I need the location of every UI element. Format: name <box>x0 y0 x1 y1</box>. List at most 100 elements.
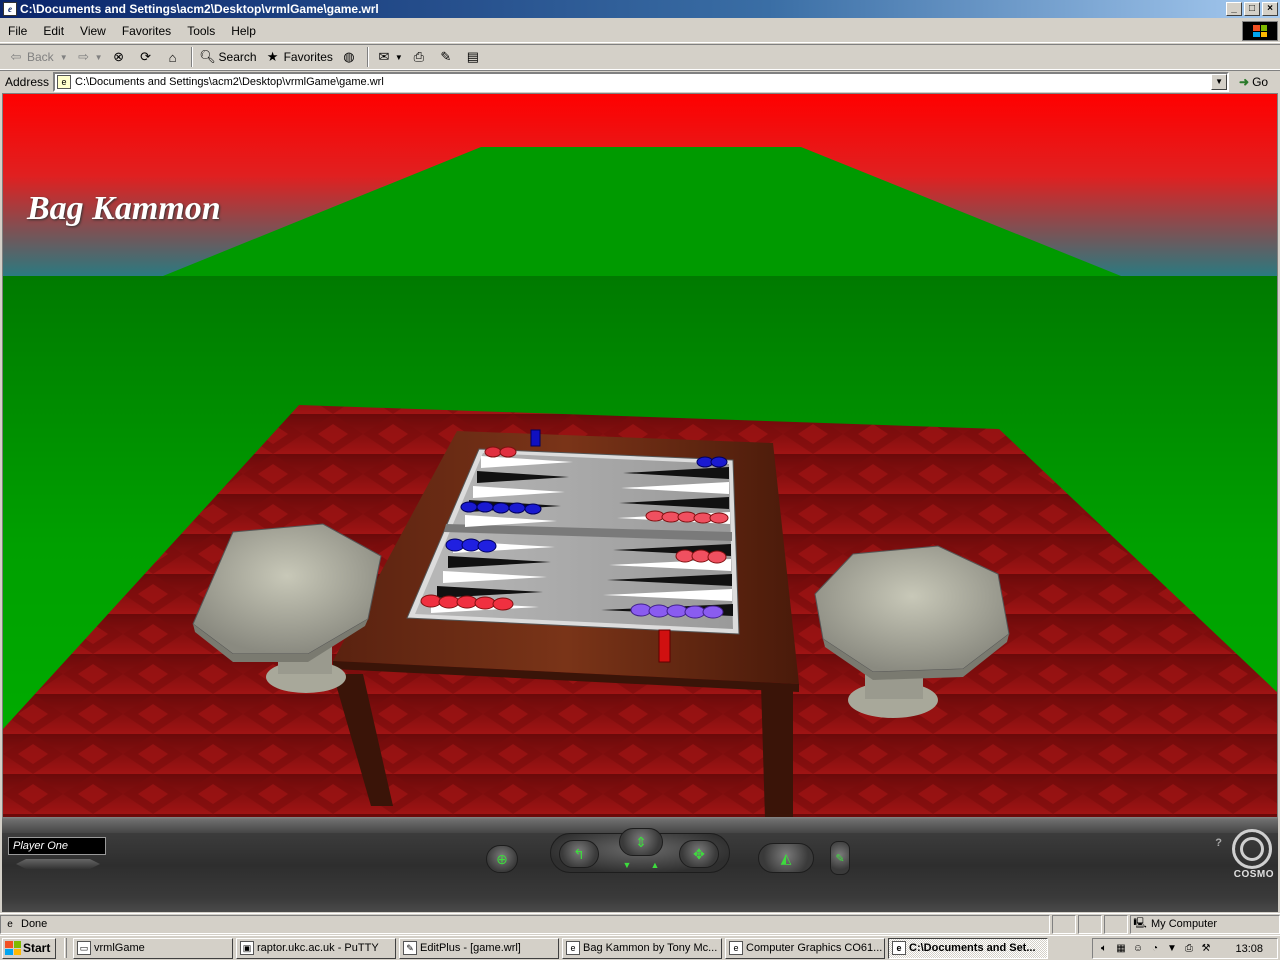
scene-title: Bag Kammon <box>27 190 221 227</box>
menu-tools[interactable]: Tools <box>179 24 223 38</box>
checkers-blue-mid[interactable] <box>445 538 497 553</box>
undo-move-button[interactable]: ✎ <box>830 841 850 875</box>
checkers-red-mid[interactable] <box>675 549 727 564</box>
refresh-icon: ⟳ <box>140 49 151 64</box>
checkers-violet-bottom[interactable] <box>630 603 724 619</box>
address-dropdown-icon[interactable]: ▼ <box>1211 73 1228 90</box>
window-title: C:\Documents and Settings\acm2\Desktop\v… <box>20 2 379 16</box>
table-leg <box>761 684 793 817</box>
red-dice[interactable] <box>658 629 671 663</box>
antivirus-icon[interactable]: ▼ <box>1165 942 1179 956</box>
back-dropdown-icon[interactable]: ▼ <box>60 53 68 62</box>
ie-icon: e <box>892 941 906 955</box>
walk-icon: ⇕ <box>635 833 647 850</box>
forward-dropdown-icon[interactable]: ▼ <box>95 53 103 62</box>
toolbar-separator <box>366 47 369 67</box>
up-arrow-icon: ▲ <box>650 860 660 870</box>
checker-blue[interactable] <box>710 456 728 468</box>
windows-logo-icon <box>1242 21 1278 41</box>
seek-button[interactable]: ⊕ <box>486 845 518 873</box>
folder-icon: ▭ <box>77 941 91 955</box>
task-button-editplus[interactable]: ✎ EditPlus - [game.wrl] <box>399 937 559 959</box>
clock[interactable]: 13:08 <box>1235 943 1263 955</box>
straighten-button[interactable]: ◭ <box>758 843 814 873</box>
network-icon[interactable]: ▦ <box>1114 942 1128 956</box>
discuss-button[interactable]: ▤ <box>461 46 488 68</box>
favorites-icon: ★ <box>266 49 279 64</box>
go-button[interactable]: ➜ Go <box>1239 75 1268 89</box>
ie-icon: e <box>3 2 17 16</box>
mail-dropdown-icon[interactable]: ▼ <box>395 53 403 62</box>
mail-icon: ✉ <box>378 49 390 64</box>
tilt-button[interactable]: ↰ <box>559 840 599 868</box>
mail-button[interactable]: ✉ ▼ <box>372 46 407 68</box>
forward-arrow-icon: ⇨ <box>78 49 90 64</box>
menu-favorites[interactable]: Favorites <box>114 24 179 38</box>
viewpoint-arrows[interactable] <box>16 859 100 869</box>
security-zone: 🖳 My Computer <box>1130 914 1280 934</box>
menu-edit[interactable]: Edit <box>35 24 72 38</box>
cosmo-brand: COSMO <box>1233 869 1274 880</box>
checker-red[interactable] <box>484 446 502 458</box>
stop-button[interactable]: ⊗ <box>107 46 134 68</box>
status-cell <box>1104 914 1128 934</box>
print-icon: ⎙ <box>413 49 425 64</box>
task-button-putty[interactable]: ▣ raptor.ukc.ac.uk - PuTTY <box>236 937 396 959</box>
start-button[interactable]: Start <box>2 937 56 959</box>
close-button[interactable]: × <box>1262 2 1278 16</box>
window-controls: _ □ × <box>1226 2 1278 16</box>
forward-button[interactable]: ⇨ ▼ <box>72 46 107 68</box>
task-button-current-window[interactable]: e C:\Documents and Set... <box>888 937 1048 959</box>
home-button[interactable]: ⌂ <box>161 46 188 68</box>
task-button-bag-kammon[interactable]: e Bag Kammon by Tony Mc... <box>562 937 722 959</box>
favorites-label: Favorites <box>283 50 333 64</box>
minimize-button[interactable]: _ <box>1226 2 1242 16</box>
blue-dice[interactable] <box>530 429 541 447</box>
maximize-button[interactable]: □ <box>1244 2 1260 16</box>
favorites-button[interactable]: ★ Favorites <box>261 46 337 68</box>
media-button[interactable]: ◍ <box>337 46 364 68</box>
status-text: Done <box>21 918 48 930</box>
task-button-vrmlgame[interactable]: ▭ vrmlGame <box>73 937 233 959</box>
menu-help[interactable]: Help <box>223 24 264 38</box>
help-button[interactable]: ? <box>1215 837 1222 849</box>
clock-app-icon[interactable]: ◔ <box>1148 942 1162 956</box>
back-button[interactable]: ⇦ Back ▼ <box>4 46 72 68</box>
refresh-button[interactable]: ⟳ <box>134 46 161 68</box>
walk-button[interactable]: ⇕ <box>619 828 663 856</box>
printer-icon[interactable]: ⎙ <box>1182 942 1196 956</box>
smiley-icon[interactable]: ☺ <box>1131 942 1145 956</box>
vrml-viewport[interactable]: Bag Kammon <box>2 93 1278 818</box>
task-label: EditPlus - [game.wrl] <box>420 942 521 954</box>
menu-bar: File Edit View Favorites Tools Help <box>0 19 1280 43</box>
system-tray: 🔈︎ ▦ ☺ ◔ ▼ ⎙ ⚒ 13:08 <box>1092 938 1278 959</box>
checker-red[interactable] <box>499 446 517 458</box>
edit-button[interactable]: ✎ <box>434 46 461 68</box>
print-button[interactable]: ⎙ <box>407 46 434 68</box>
status-text-panel: e Done <box>0 914 1050 934</box>
edit-icon: ✎ <box>835 852 845 865</box>
viewpoint-selector[interactable]: Player One <box>8 837 106 855</box>
address-label: Address <box>5 74 50 89</box>
task-button-computer-graphics[interactable]: e Computer Graphics CO61... <box>725 937 885 959</box>
task-label: C:\Documents and Set... <box>909 942 1036 954</box>
putty-icon: ▣ <box>240 941 254 955</box>
gravity-toggle[interactable]: ▼ ▲ <box>613 860 669 874</box>
tools-icon[interactable]: ⚒ <box>1199 942 1213 956</box>
toolbar-separator <box>190 47 193 67</box>
media-icon: ◍ <box>343 49 355 64</box>
taskbar: Start ▭ vrmlGame ▣ raptor.ukc.ac.uk - Pu… <box>0 935 1280 960</box>
editplus-icon: ✎ <box>403 941 417 955</box>
menu-view[interactable]: View <box>72 24 114 38</box>
search-button[interactable]: 🔍︎ Search <box>196 46 261 68</box>
taskbar-grip <box>64 938 67 958</box>
menu-file[interactable]: File <box>0 24 35 38</box>
stop-icon: ⊗ <box>113 49 124 64</box>
search-label: Search <box>218 50 257 64</box>
go-label: Go <box>1252 74 1269 89</box>
address-input[interactable]: e C:\Documents and Settings\acm2\Desktop… <box>53 71 1230 92</box>
discuss-icon: ▤ <box>466 49 479 64</box>
volume-icon[interactable]: 🔈︎ <box>1097 942 1111 956</box>
slide-button[interactable]: ✥ <box>679 840 719 868</box>
windows-flag-icon <box>5 941 21 955</box>
